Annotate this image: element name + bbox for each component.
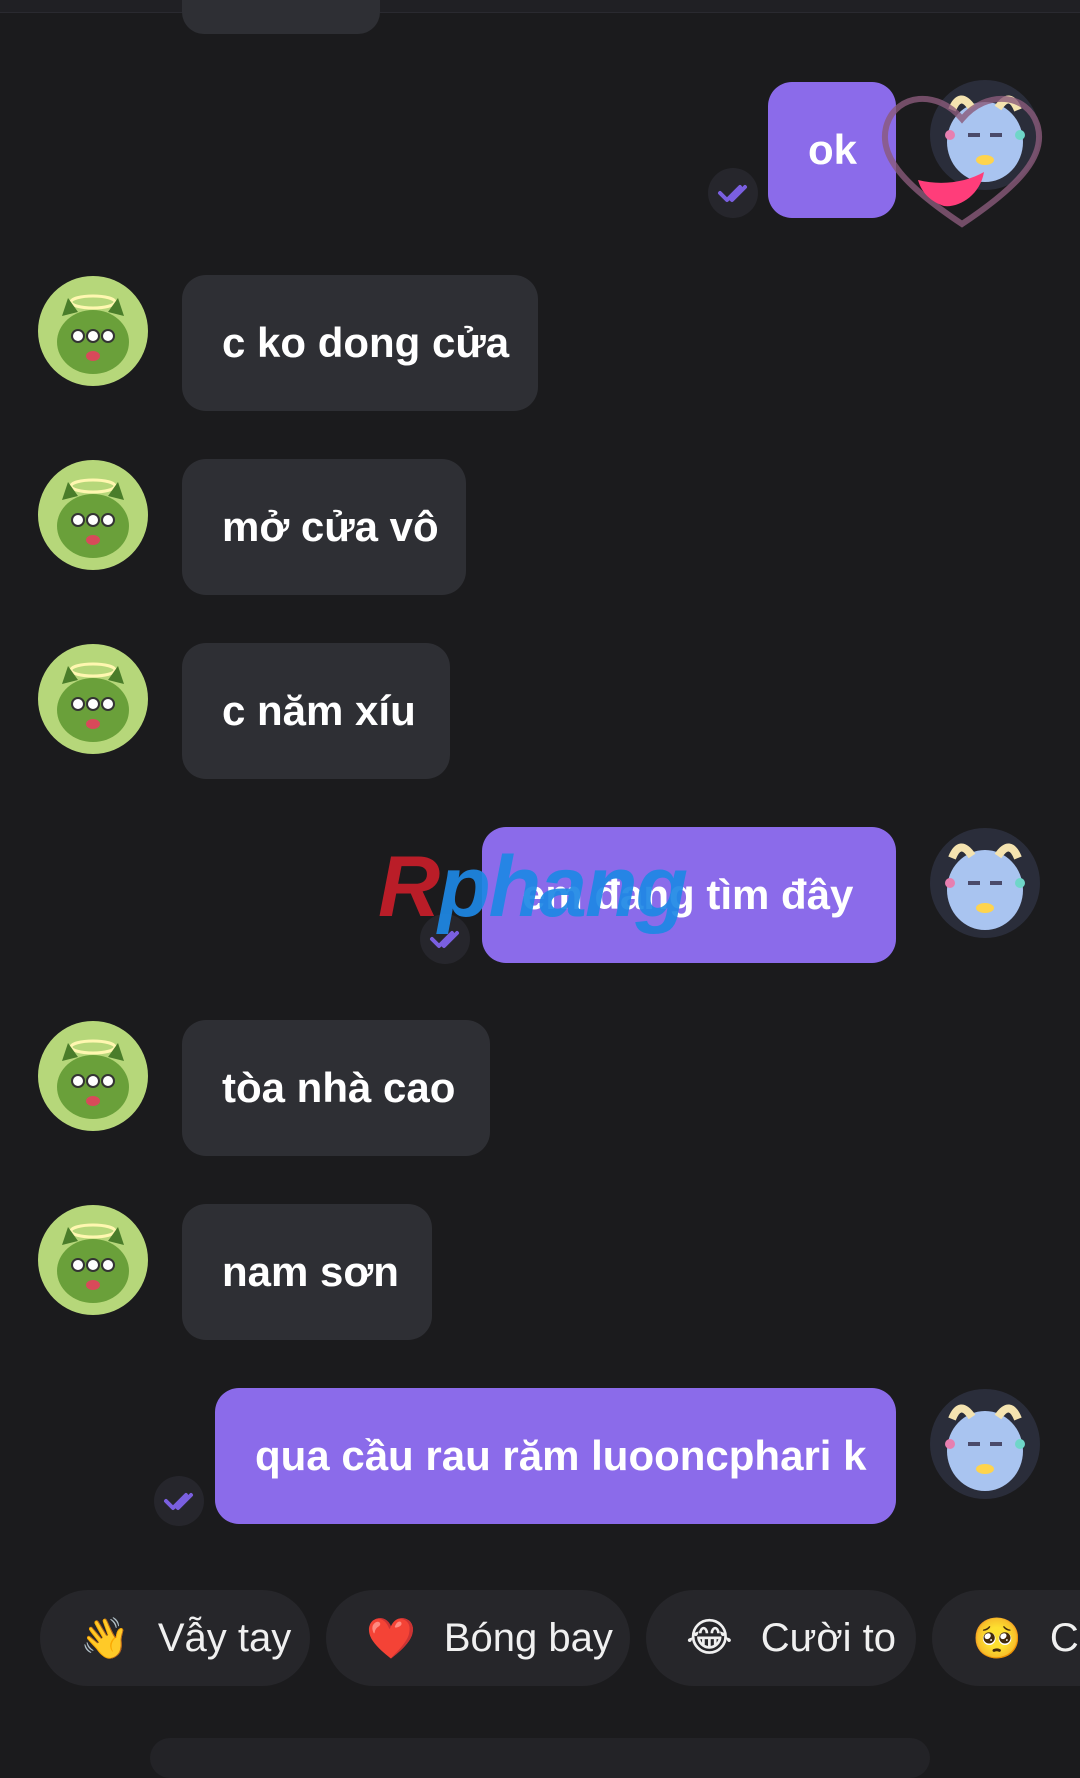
- my-avatar[interactable]: [930, 1389, 1040, 1499]
- quick-reaction-label: Bóng bay: [443, 1615, 613, 1660]
- contact-avatar[interactable]: [38, 1021, 148, 1131]
- read-receipt-icon: [154, 1476, 204, 1526]
- incoming-message-bubble[interactable]: c năm xíu: [182, 643, 450, 779]
- outgoing-message-bubble[interactable]: qua cầu rau răm luooncphari k: [215, 1388, 896, 1524]
- quick-reaction-pleading[interactable]: 🥺 Cầ: [932, 1590, 1080, 1686]
- my-avatar[interactable]: [930, 80, 1040, 190]
- read-receipt-icon: [708, 168, 758, 218]
- laughing-face-icon: 😂: [686, 1615, 733, 1661]
- quick-reaction-wave[interactable]: 👋 Vẫy tay: [40, 1590, 310, 1686]
- contact-avatar[interactable]: [38, 460, 148, 570]
- message-composer[interactable]: [150, 1738, 930, 1778]
- contact-avatar[interactable]: [38, 644, 148, 754]
- quick-reaction-label: Cười to: [760, 1615, 897, 1660]
- incoming-message-bubble[interactable]: mở cửa vô: [182, 459, 466, 595]
- incoming-message-bubble[interactable]: tòa nhà cao: [182, 1020, 490, 1156]
- previous-message-bubble[interactable]: [182, 0, 380, 34]
- incoming-message-bubble[interactable]: nam sơn: [182, 1204, 432, 1340]
- contact-avatar[interactable]: [38, 1205, 148, 1315]
- heart-icon: ❤️: [366, 1615, 416, 1662]
- quick-reaction-label: Cầ: [1049, 1615, 1080, 1660]
- outgoing-message-bubble[interactable]: ok: [768, 82, 896, 218]
- waving-hand-icon: 👋: [80, 1615, 130, 1662]
- pleading-face-icon: 🥺: [972, 1615, 1022, 1662]
- my-avatar[interactable]: [930, 828, 1040, 938]
- quick-reaction-balloon[interactable]: ❤️ Bóng bay: [326, 1590, 630, 1686]
- quick-reaction-laugh[interactable]: 😂 Cười to: [646, 1590, 916, 1686]
- contact-avatar[interactable]: [38, 276, 148, 386]
- outgoing-message-bubble[interactable]: em đang tìm đây: [482, 827, 896, 963]
- quick-reaction-label: Vẫy tay: [157, 1615, 292, 1660]
- top-separator: [0, 0, 1080, 13]
- read-receipt-icon: [420, 914, 470, 964]
- incoming-message-bubble[interactable]: c ko dong cửa: [182, 275, 538, 411]
- quick-reactions-bar: 👋 Vẫy tay ❤️ Bóng bay 😂 Cười to 🥺 Cầ: [40, 1590, 1080, 1686]
